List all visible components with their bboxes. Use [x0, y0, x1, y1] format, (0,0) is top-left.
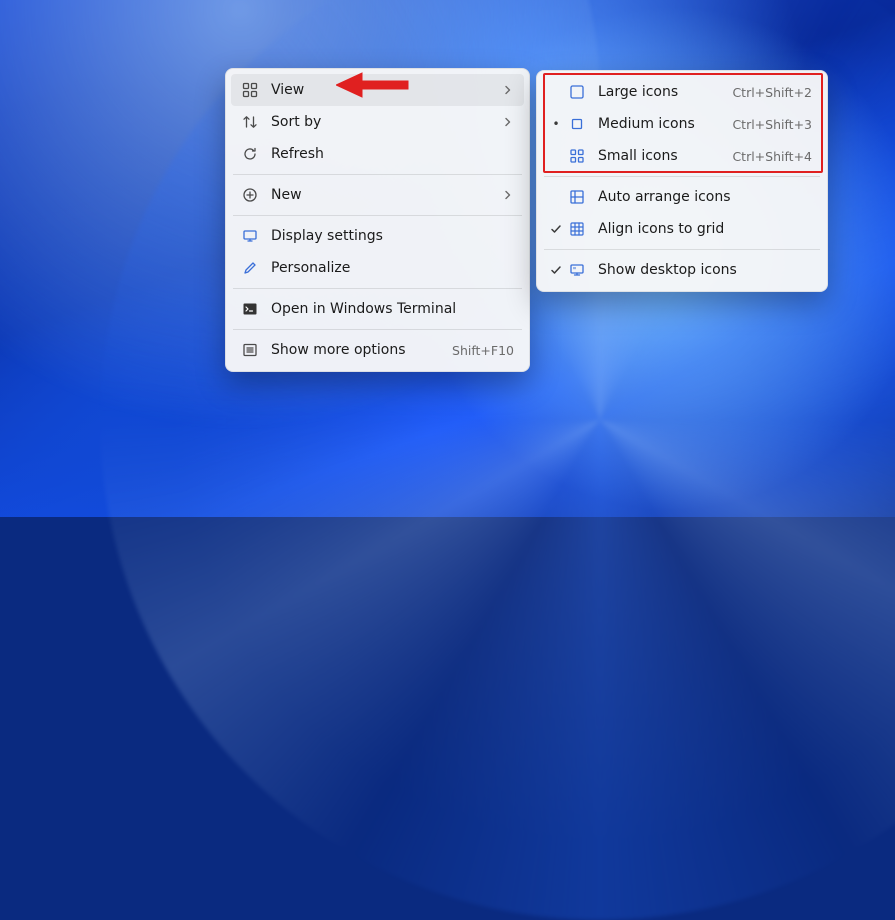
desktop-context-menu: View Sort by Refresh — [225, 68, 530, 372]
small-icons-icon — [568, 147, 586, 165]
submenu-item-show-desktop-icons[interactable]: Show desktop icons — [542, 254, 822, 286]
submenu-item-label: Medium icons — [598, 116, 732, 132]
menu-item-label: Show more options — [271, 342, 452, 358]
submenu-item-auto-arrange[interactable]: Auto arrange icons — [542, 181, 822, 213]
personalize-icon — [241, 259, 259, 277]
desktop-icon — [568, 261, 586, 279]
view-submenu: Large icons Ctrl+Shift+2 • Medium icons … — [536, 70, 828, 292]
menu-item-show-more-options[interactable]: Show more options Shift+F10 — [231, 334, 524, 366]
submenu-item-align-grid[interactable]: Align icons to grid — [542, 213, 822, 245]
refresh-icon — [241, 145, 259, 163]
menu-item-display-settings[interactable]: Display settings — [231, 220, 524, 252]
menu-item-label: Display settings — [271, 228, 514, 244]
menu-item-label: Open in Windows Terminal — [271, 301, 514, 317]
menu-item-sort-by[interactable]: Sort by — [231, 106, 524, 138]
menu-separator — [233, 288, 522, 289]
menu-item-personalize[interactable]: Personalize — [231, 252, 524, 284]
menu-separator — [544, 176, 820, 177]
terminal-icon — [241, 300, 259, 318]
submenu-item-small-icons[interactable]: Small icons Ctrl+Shift+4 — [542, 140, 822, 172]
menu-item-label: Personalize — [271, 260, 514, 276]
menu-item-label: New — [271, 187, 504, 203]
plus-circle-icon — [241, 186, 259, 204]
view-icon — [241, 81, 259, 99]
menu-item-shortcut: Shift+F10 — [452, 343, 514, 358]
large-icons-icon — [568, 83, 586, 101]
auto-arrange-icon — [568, 188, 586, 206]
radio-indicator-selected: • — [548, 117, 564, 131]
submenu-item-label: Show desktop icons — [598, 262, 812, 278]
submenu-item-shortcut: Ctrl+Shift+4 — [732, 149, 812, 164]
menu-item-label: View — [271, 82, 504, 98]
menu-item-new[interactable]: New — [231, 179, 524, 211]
sort-icon — [241, 113, 259, 131]
submenu-item-label: Align icons to grid — [598, 221, 812, 237]
show-more-icon — [241, 341, 259, 359]
submenu-item-shortcut: Ctrl+Shift+3 — [732, 117, 812, 132]
chevron-right-icon — [504, 190, 514, 200]
chevron-right-icon — [504, 85, 514, 95]
menu-item-refresh[interactable]: Refresh — [231, 138, 524, 170]
submenu-item-label: Large icons — [598, 84, 732, 100]
submenu-item-medium-icons[interactable]: • Medium icons Ctrl+Shift+3 — [542, 108, 822, 140]
menu-item-open-terminal[interactable]: Open in Windows Terminal — [231, 293, 524, 325]
menu-item-label: Refresh — [271, 146, 514, 162]
menu-separator — [233, 174, 522, 175]
submenu-item-label: Small icons — [598, 148, 732, 164]
menu-item-view[interactable]: View — [231, 74, 524, 106]
chevron-right-icon — [504, 117, 514, 127]
check-indicator-checked — [548, 264, 564, 276]
align-grid-icon — [568, 220, 586, 238]
menu-separator — [233, 329, 522, 330]
submenu-item-label: Auto arrange icons — [598, 189, 812, 205]
check-indicator-checked — [548, 223, 564, 235]
medium-icons-icon — [568, 115, 586, 133]
display-settings-icon — [241, 227, 259, 245]
menu-separator — [233, 215, 522, 216]
menu-item-label: Sort by — [271, 114, 504, 130]
submenu-item-shortcut: Ctrl+Shift+2 — [732, 85, 812, 100]
menu-separator — [544, 249, 820, 250]
submenu-item-large-icons[interactable]: Large icons Ctrl+Shift+2 — [542, 76, 822, 108]
